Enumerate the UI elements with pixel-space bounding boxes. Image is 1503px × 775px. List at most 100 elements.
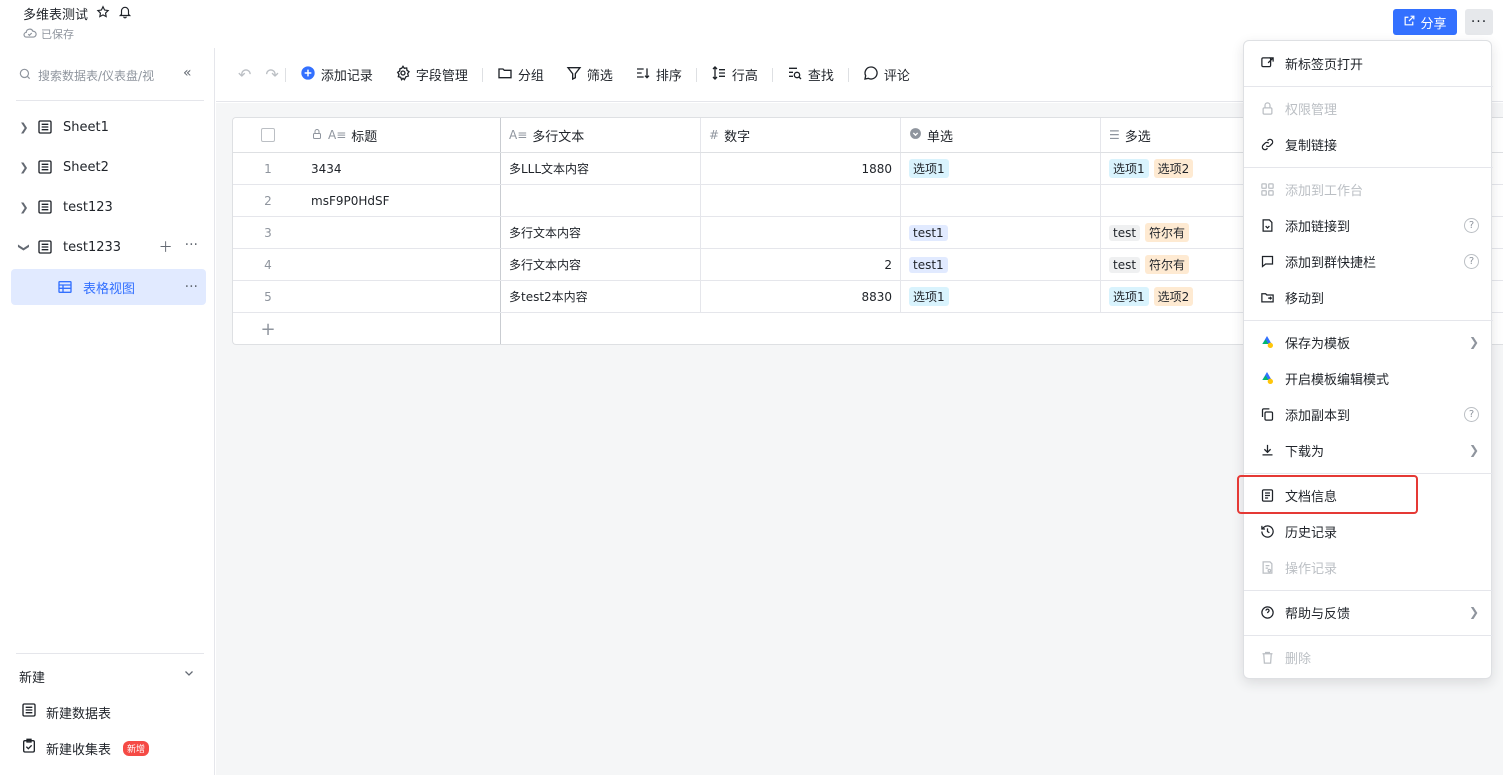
cell-multiline[interactable]: 多行文本内容 (501, 249, 701, 280)
sidebar-item-test1233[interactable]: ❯ test1233 ＋ ··· (11, 229, 206, 265)
help-icon[interactable]: ? (1464, 253, 1479, 269)
group-button[interactable]: 分组 (497, 65, 544, 85)
new-section-header[interactable]: 新建 (19, 667, 195, 686)
chevron-right-icon[interactable]: ❯ (11, 161, 37, 174)
chevron-down-icon[interactable]: ❯ (18, 234, 31, 260)
menu-separator (1244, 473, 1493, 474)
table-icon (37, 159, 63, 175)
find-button[interactable]: 查找 (787, 65, 834, 85)
column-header-number[interactable]: # 数字 (701, 118, 901, 152)
grid-view-icon (57, 279, 83, 295)
more-button[interactable]: ··· (1465, 9, 1493, 35)
new-form-button[interactable]: 新建收集表 新增 (21, 738, 150, 758)
cell-multiline[interactable] (501, 185, 701, 216)
menu-item-copy-link[interactable]: 复制链接 (1244, 126, 1493, 162)
comment-label: 评论 (883, 69, 910, 84)
comment-icon (863, 65, 879, 85)
column-header-title[interactable]: A≡ 标题 (303, 118, 501, 152)
redo-icon[interactable]: ↷ (265, 65, 278, 84)
menu-item-history[interactable]: 历史记录 (1244, 513, 1493, 549)
toolbar-separator (284, 67, 286, 82)
add-record-button[interactable]: 添加记录 (300, 65, 373, 85)
sidebar-divider (16, 653, 204, 654)
field-manage-button[interactable]: 字段管理 (395, 64, 468, 85)
comment-button[interactable]: 评论 (863, 65, 910, 85)
cell-single[interactable]: test1 (901, 249, 1101, 280)
sort-button[interactable]: 排序 (635, 65, 682, 85)
option-tag: 选项1 (1109, 159, 1149, 178)
add-link-icon (1258, 216, 1276, 234)
cell-title[interactable]: 3434 (303, 153, 501, 184)
cell-title[interactable]: msF9P0HdSF (303, 185, 501, 216)
cell-number[interactable]: 2 (701, 249, 901, 280)
chevron-right-icon[interactable]: ❯ (11, 201, 37, 214)
sort-label: 排序 (655, 69, 682, 84)
menu-item-label: 移动到 (1285, 291, 1325, 307)
add-row-button[interactable]: + (233, 313, 303, 344)
chevron-down-icon[interactable] (183, 667, 195, 686)
sidebar: 搜索数据表/仪表盘/视 « ❯ Sheet1 ❯ Sheet2 ❯ test12… (0, 48, 215, 775)
cell-multiline[interactable]: 多LLL文本内容 (501, 153, 701, 184)
chevron-right-icon: ❯ (1468, 335, 1479, 349)
sidebar-item-grid-view[interactable]: 表格视图 ··· (11, 269, 206, 305)
row-height-button[interactable]: 行高 (711, 65, 758, 85)
sidebar-search[interactable]: 搜索数据表/仪表盘/视 (18, 67, 154, 84)
option-tag: 选项2 (1153, 287, 1194, 306)
menu-item-template-edit[interactable]: 开启模板编辑模式 (1244, 360, 1493, 396)
sidebar-item-sheet1[interactable]: ❯ Sheet1 (11, 109, 206, 145)
saved-label: 已保存 (41, 28, 74, 41)
select-all-checkbox[interactable] (261, 128, 275, 142)
menu-item-add-copy[interactable]: 添加副本到 ? (1244, 396, 1493, 432)
template-icon (1258, 333, 1276, 351)
collapse-sidebar-icon[interactable]: « (183, 65, 192, 81)
cell-single[interactable]: 选项1 (901, 153, 1101, 184)
filter-button[interactable]: 筛选 (566, 65, 613, 85)
column-header-label: 数字 (724, 129, 751, 145)
cell-title[interactable] (303, 281, 501, 312)
cell-number[interactable] (701, 185, 901, 216)
menu-item-label: 删除 (1285, 651, 1312, 667)
share-button[interactable]: 分享 (1393, 9, 1457, 35)
new-table-button[interactable]: 新建数据表 (21, 702, 111, 722)
menu-separator (1244, 635, 1493, 636)
move-folder-icon (1258, 288, 1276, 306)
menu-item-download[interactable]: 下载为 ❯ (1244, 432, 1493, 468)
sidebar-divider (16, 100, 204, 101)
cell-number[interactable] (701, 217, 901, 248)
help-icon[interactable]: ? (1464, 406, 1479, 422)
question-icon (1258, 603, 1276, 621)
sidebar-item-sheet2[interactable]: ❯ Sheet2 (11, 149, 206, 185)
doc-title[interactable]: 多维表测试 (23, 4, 88, 23)
cell-title[interactable] (303, 217, 501, 248)
menu-separator (1244, 590, 1493, 591)
menu-item-save-template[interactable]: 保存为模板 ❯ (1244, 324, 1493, 360)
cell-title[interactable] (303, 249, 501, 280)
cell-single[interactable] (901, 185, 1101, 216)
menu-item-help-feedback[interactable]: 帮助与反馈 ❯ (1244, 594, 1493, 630)
select-all-cell[interactable] (233, 118, 303, 152)
help-icon[interactable]: ? (1464, 217, 1479, 233)
cell-multiline[interactable]: 多test2本内容 (501, 281, 701, 312)
add-icon[interactable]: ＋ (159, 237, 173, 257)
menu-item-add-link-to[interactable]: 添加链接到 ? (1244, 207, 1493, 243)
star-icon[interactable] (96, 4, 110, 23)
bell-icon[interactable] (118, 5, 132, 23)
column-header-multiline[interactable]: A≡ 多行文本 (501, 118, 701, 152)
cell-single[interactable]: test1 (901, 217, 1101, 248)
cell-number[interactable]: 8830 (701, 281, 901, 312)
menu-item-open-new-tab[interactable]: 新标签页打开 (1244, 45, 1493, 81)
cell-multiline[interactable]: 多行文本内容 (501, 217, 701, 248)
undo-icon[interactable]: ↶ (238, 65, 251, 84)
cell-number[interactable]: 1880 (701, 153, 901, 184)
cell-single[interactable]: 选项1 (901, 281, 1101, 312)
menu-item-move-to[interactable]: 移动到 (1244, 279, 1493, 315)
add-record-label: 添加记录 (320, 69, 373, 84)
more-icon[interactable]: ··· (185, 279, 198, 295)
sort-icon (635, 65, 651, 85)
chevron-right-icon[interactable]: ❯ (11, 121, 37, 134)
share-label: 分享 (1420, 16, 1447, 32)
more-icon[interactable]: ··· (185, 237, 198, 257)
menu-item-add-group-shortcut[interactable]: 添加到群快捷栏 ? (1244, 243, 1493, 279)
column-header-single[interactable]: 单选 (901, 118, 1101, 152)
sidebar-item-test123[interactable]: ❯ test123 (11, 189, 206, 225)
